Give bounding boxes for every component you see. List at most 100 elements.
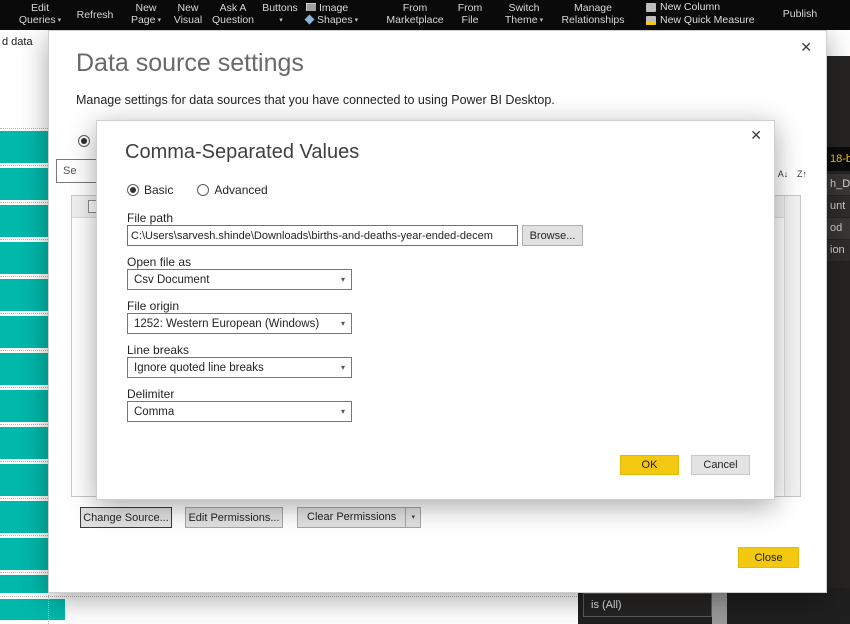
switch-theme-label-bottom: Theme [505, 14, 538, 26]
file-path-label: File path [127, 211, 173, 225]
gridline [0, 202, 48, 203]
ribbon-item-refresh[interactable]: Refresh [72, 2, 118, 21]
ribbon-item-edit-queries[interactable]: Edit Queries▾ [12, 2, 68, 27]
scrollbar[interactable] [712, 588, 727, 624]
chevron-down-icon: ▾ [355, 17, 359, 24]
ribbon-item-switch-theme[interactable]: Switch Theme▾ [498, 2, 550, 27]
chart-bar [0, 205, 48, 237]
chevron-down-icon[interactable]: ▾ [405, 508, 420, 527]
ribbon-item-from-marketplace[interactable]: From Marketplace [382, 2, 448, 26]
chevron-down-icon: ▾ [58, 17, 62, 24]
change-source-button[interactable]: Change Source... [80, 507, 172, 528]
field-list-item[interactable]: 18-b [827, 147, 850, 171]
image-label: Image [319, 2, 348, 14]
shapes-icon [305, 15, 315, 25]
edit-permissions-button[interactable]: Edit Permissions... [185, 507, 283, 528]
ribbon-item-manage-relationships[interactable]: Manage Relationships [556, 2, 630, 26]
file-origin-select[interactable]: 1252: Western European (Windows) ▾ [127, 313, 352, 334]
advanced-radio[interactable]: Advanced [197, 183, 267, 197]
new-page-label-bottom: Page [131, 14, 156, 26]
close-icon[interactable]: ✕ [800, 39, 812, 56]
sort-ascending-icon[interactable]: A↓ [774, 165, 792, 183]
powerbi-desktop-window: Edit Queries▾ Refresh New Page▾ New Visu… [0, 0, 850, 624]
buttons-label: Buttons [258, 2, 302, 14]
ribbon-item-publish[interactable]: Publish [778, 2, 822, 20]
chevron-down-icon: ▾ [540, 17, 544, 24]
chevron-down-icon: ▾ [341, 275, 345, 284]
close-icon[interactable]: ✕ [750, 127, 762, 144]
filter-field[interactable]: is (All) [583, 593, 712, 617]
file-origin-value: 1252: Western European (Windows) [134, 318, 319, 330]
scrollbar[interactable] [784, 196, 800, 496]
from-marketplace-label-top: From [382, 2, 448, 14]
clear-permissions-label: Clear Permissions [298, 508, 405, 527]
ask-question-label-bottom: Question [210, 14, 256, 26]
partial-canvas-label: d data [2, 36, 33, 48]
edit-queries-label-top: Edit [12, 2, 68, 14]
csv-settings-dialog: ✕ Comma-Separated Values Basic Advanced … [96, 120, 775, 500]
field-list-item[interactable]: h_De [827, 174, 850, 195]
field-list-item[interactable]: ion [827, 240, 850, 261]
chart-bar [0, 501, 48, 533]
radio-icon [127, 184, 139, 196]
delimiter-label: Delimiter [127, 387, 174, 401]
ribbon-item-ask-a-question[interactable]: Ask A Question [210, 2, 256, 26]
switch-theme-label-top: Switch [498, 2, 550, 14]
chart-bar [0, 316, 48, 348]
ribbon-item-new-page[interactable]: New Page▾ [122, 2, 170, 27]
field-list-item[interactable]: od [827, 218, 850, 239]
ribbon-item-from-file[interactable]: From File [450, 2, 490, 26]
ok-button[interactable]: OK [620, 455, 679, 475]
ribbon-item-new-column[interactable]: New Column [646, 1, 764, 14]
refresh-label: Refresh [72, 9, 118, 21]
chevron-down-icon: ▾ [158, 17, 162, 24]
gridline [0, 165, 48, 166]
chart-bar [0, 390, 48, 422]
radio-icon [78, 135, 90, 147]
gridline [0, 572, 48, 573]
gridline [0, 239, 48, 240]
ribbon-item-new-quick-measure[interactable]: New Quick Measure [646, 14, 764, 27]
line-breaks-value: Ignore quoted line breaks [134, 362, 264, 374]
new-visual-label-bottom: Visual [168, 14, 208, 26]
dialog-title: Data source settings [76, 49, 304, 78]
chart-bar [0, 279, 48, 311]
dialog-subtitle: Manage settings for data sources that yo… [76, 93, 555, 107]
advanced-radio-label: Advanced [214, 183, 267, 197]
ribbon-item-image-shapes[interactable]: Image Shapes▾ [306, 2, 372, 27]
top-ribbon: Edit Queries▾ Refresh New Page▾ New Visu… [0, 0, 850, 30]
chart-bar [0, 242, 48, 274]
gridline [0, 276, 48, 277]
gridline [0, 128, 48, 129]
open-file-as-select[interactable]: Csv Document ▾ [127, 269, 352, 290]
chart-bar [0, 168, 48, 200]
ribbon-item-buttons[interactable]: Buttons ▾ [258, 2, 302, 27]
from-marketplace-label-bottom: Marketplace [382, 14, 448, 26]
line-breaks-select[interactable]: Ignore quoted line breaks ▾ [127, 357, 352, 378]
chart-bar [0, 575, 48, 593]
chevron-down-icon: ▾ [341, 363, 345, 372]
shapes-label: Shapes [317, 14, 353, 26]
gridline [0, 387, 48, 388]
gridline [0, 424, 48, 425]
file-path-input[interactable] [127, 225, 518, 246]
cancel-button[interactable]: Cancel [691, 455, 750, 475]
from-file-label-top: From [450, 2, 490, 14]
field-list-item[interactable]: unt [827, 196, 850, 217]
chart-bar [0, 538, 48, 570]
gridline [0, 498, 48, 499]
sort-descending-icon[interactable]: Z↑ [793, 165, 811, 183]
from-file-label-bottom: File [450, 14, 490, 26]
delimiter-select[interactable]: Comma ▾ [127, 401, 352, 422]
radio-icon [197, 184, 209, 196]
basic-radio[interactable]: Basic [127, 183, 173, 197]
chart-bar [0, 464, 48, 496]
ribbon-item-new-visual[interactable]: New Visual [168, 2, 208, 26]
edit-queries-label-bottom: Queries [19, 14, 56, 26]
close-button[interactable]: Close [738, 547, 799, 568]
dialog-title: Comma-Separated Values [125, 141, 359, 164]
gridline [0, 313, 48, 314]
browse-button[interactable]: Browse... [522, 225, 583, 246]
clear-permissions-button[interactable]: Clear Permissions ▾ [297, 507, 421, 528]
new-page-label-top: New [122, 2, 170, 14]
